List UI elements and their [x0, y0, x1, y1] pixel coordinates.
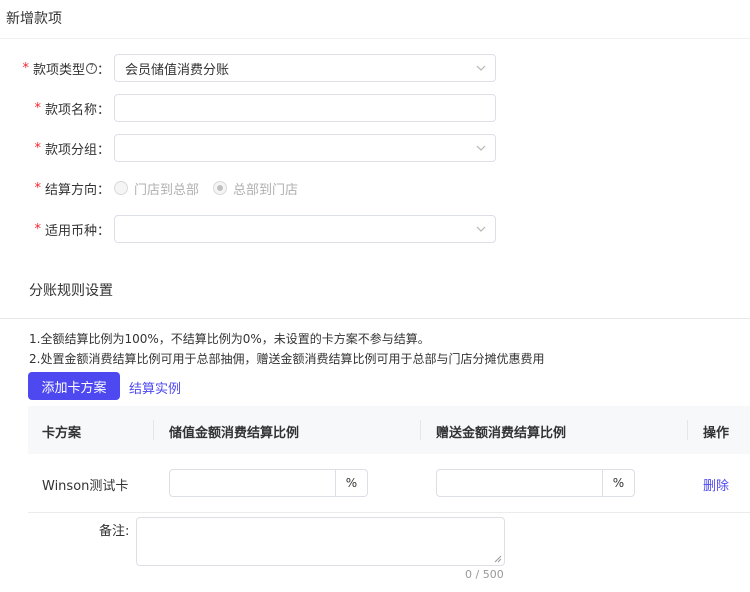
gift-ratio-input[interactable]: % [436, 469, 635, 497]
column-separator [153, 420, 154, 440]
type-select-value: 会员储值消费分账 [125, 62, 230, 78]
direction-label: * 结算方向： [0, 174, 110, 202]
remark-char-counter: 0 / 500 [465, 568, 504, 581]
add-card-plan-button[interactable]: 添加卡方案 [28, 372, 120, 400]
group-label-text: 款项分组： [44, 142, 110, 158]
currency-label: * 适用币种： [0, 215, 110, 243]
column-header-stored-ratio: 储值金额消费结算比例 [169, 426, 300, 441]
radio-circle-icon [114, 181, 128, 195]
row-divider [28, 512, 750, 513]
card-plan-name: Winson测试卡 [42, 479, 129, 494]
required-mark: * [34, 221, 41, 237]
group-label: * 款项分组： [0, 134, 110, 162]
name-input[interactable] [114, 94, 496, 122]
chevron-down-icon [476, 226, 486, 232]
direction-radio-group: 门店到总部 总部到门店 [114, 174, 298, 202]
header-divider [0, 38, 750, 39]
currency-select[interactable] [114, 215, 496, 243]
radio-hq-to-store[interactable]: 总部到门店 [213, 179, 298, 198]
radio-store-to-hq[interactable]: 门店到总部 [114, 179, 199, 198]
type-label: * 款项类型 ? ： [0, 54, 110, 82]
column-header-card: 卡方案 [42, 426, 82, 441]
settlement-example-link[interactable]: 结算实例 [129, 378, 181, 397]
remark-label: 备注: [99, 524, 130, 539]
name-label: * 款项名称： [0, 94, 110, 122]
type-select[interactable]: 会员储值消费分账 [114, 54, 496, 82]
required-mark: * [34, 180, 41, 196]
section-divider [0, 318, 750, 319]
type-label-colon: ： [96, 62, 110, 78]
percent-suffix: % [335, 470, 367, 496]
name-label-text: 款项名称： [44, 102, 110, 118]
currency-label-text: 适用币种： [44, 223, 110, 239]
column-header-action: 操作 [703, 426, 730, 441]
radio-label: 门店到总部 [134, 182, 200, 198]
group-select[interactable] [114, 134, 496, 162]
stored-ratio-input[interactable]: % [169, 469, 368, 497]
required-mark: * [34, 100, 41, 116]
remark-textarea[interactable] [136, 517, 505, 566]
direction-label-text: 结算方向： [44, 182, 110, 198]
column-header-gift-ratio: 赠送金额消费结算比例 [436, 426, 567, 441]
delete-row-link[interactable]: 删除 [703, 475, 729, 494]
required-mark: * [34, 140, 41, 156]
column-separator [420, 420, 421, 440]
radio-label: 总部到门店 [233, 182, 299, 198]
page-title: 新增款项 [6, 11, 62, 27]
chevron-down-icon [476, 145, 486, 151]
question-circle-icon[interactable]: ? [85, 62, 97, 74]
resize-grip-icon[interactable] [494, 555, 502, 563]
chevron-down-icon [476, 65, 486, 71]
radio-checked-icon [213, 181, 228, 195]
percent-suffix: % [602, 470, 634, 496]
table-header: 卡方案 储值金额消费结算比例 赠送金额消费结算比例 操作 [28, 406, 750, 454]
rules-section-title: 分账规则设置 [29, 283, 113, 299]
required-mark: * [22, 60, 29, 76]
column-separator [687, 420, 688, 440]
stored-ratio-value [170, 470, 335, 496]
rule-note-2: 2.处置金额消费结算比例可用于总部抽佣，赠送金额消费结算比例可用于总部与门店分摊… [29, 352, 545, 366]
gift-ratio-value [437, 470, 602, 496]
type-label-text: 款项类型 [32, 62, 85, 78]
rule-note-1: 1.全额结算比例为100%，不结算比例为0%，未设置的卡方案不参与结算。 [29, 332, 430, 346]
